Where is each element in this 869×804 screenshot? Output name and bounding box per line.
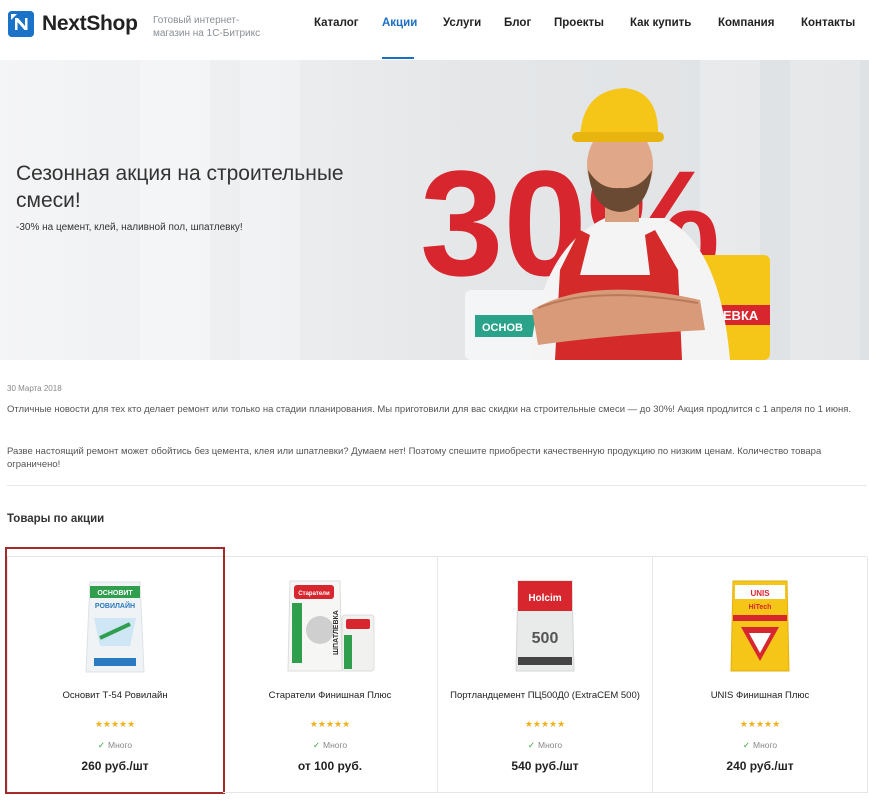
stock-label: Много: [537, 740, 563, 750]
nav-active-indicator: [382, 57, 414, 59]
product-image-brand: Старатели: [298, 591, 330, 597]
product-image-label: ШПАТЛЕВКА: [333, 610, 340, 655]
banner-subtitle: -30% на цемент, клей, наливной пол, шпат…: [16, 222, 243, 233]
product-image-label: РОВИЛАЙН: [95, 601, 135, 610]
nav-item-catalog[interactable]: Каталог: [314, 17, 359, 29]
article-paragraph: Отличные новости для тех кто делает ремо…: [7, 404, 852, 415]
product-grid: ОСНОВИТ РОВИЛАЙН Основит Т-54 Ровилайн ★…: [5, 547, 868, 794]
stock-label: Много: [752, 740, 778, 750]
rating-stars: ★★★★★: [739, 719, 781, 729]
banner-worker-illustration: 30% ШПАТЛЕВКА ОСНОВ: [420, 88, 770, 360]
stock-label: Много: [322, 740, 348, 750]
product-name[interactable]: Портландцемент ПЦ500Д0 (ExtraCEM 500): [448, 690, 642, 702]
product-image[interactable]: Старатели ШПАТЛЕВКА: [280, 575, 380, 675]
product-image-label: 500: [532, 630, 559, 647]
product-price: 240 руб./шт: [726, 759, 794, 773]
product-image-brand: Holcim: [528, 593, 561, 604]
article-paragraph: Разве настоящий ремонт может обойтись бе…: [7, 446, 822, 470]
stock-status: ✓ Много: [6, 740, 224, 751]
stock-status: ✓ Много: [438, 740, 652, 751]
product-image[interactable]: ОСНОВИТ РОВИЛАЙН: [80, 576, 150, 676]
divider: [7, 485, 867, 486]
product-name[interactable]: Основит Т-54 Ровилайн: [16, 690, 214, 702]
nav-item-services[interactable]: Услуги: [443, 17, 481, 29]
nav-item-projects[interactable]: Проекты: [554, 17, 604, 29]
stock-status: ✓ Много: [653, 740, 867, 751]
product-image-brand: UNIS: [750, 589, 770, 598]
rating-stars: ★★★★★: [524, 719, 566, 729]
nav-item-blog[interactable]: Блог: [504, 17, 531, 29]
rating-stars: ★★★★★: [309, 719, 351, 729]
check-icon: ✓: [97, 740, 105, 750]
product-name[interactable]: Старатели Финишная Плюс: [233, 690, 427, 702]
logo[interactable]: NextShop: [8, 11, 138, 37]
stock-status: ✓ Много: [223, 740, 437, 751]
logo-text: NextShop: [42, 12, 138, 35]
logo-icon: [8, 11, 34, 37]
product-card[interactable]: UNIS HiTech UNIS Финишная Плюс ★★★★★ ✓ Мн…: [653, 557, 868, 793]
product-price: от 100 руб.: [297, 759, 363, 773]
promo-banner[interactable]: Сезонная акция на строительные смеси! -3…: [0, 60, 869, 360]
banner-bag-label-left: ОСНОВ: [482, 322, 523, 334]
section-title: Товары по акции: [7, 513, 105, 525]
tagline: Готовый интернет-магазин на 1С-Битрикс: [153, 15, 261, 39]
stock-label: Много: [107, 740, 133, 750]
nav-item-promotions[interactable]: Акции: [382, 17, 417, 29]
article-date: 30 Марта 2018: [7, 384, 62, 393]
check-icon: ✓: [527, 740, 535, 750]
product-image[interactable]: Holcim 500: [510, 575, 580, 675]
check-icon: ✓: [742, 740, 750, 750]
product-image-brand: ОСНОВИТ: [97, 590, 133, 597]
product-card[interactable]: Holcim 500 Портландцемент ПЦ500Д0 (Extra…: [438, 557, 653, 793]
nav-item-contacts[interactable]: Контакты: [801, 17, 855, 29]
rating-stars: ★★★★★: [94, 719, 136, 729]
nav-item-how-to-buy[interactable]: Как купить: [630, 17, 691, 29]
check-icon: ✓: [312, 740, 320, 750]
product-card[interactable]: ОСНОВИТ РОВИЛАЙН Основит Т-54 Ровилайн ★…: [5, 547, 225, 794]
product-image[interactable]: UNIS HiTech: [725, 575, 795, 675]
nav-item-company[interactable]: Компания: [718, 17, 774, 29]
product-card[interactable]: Старатели ШПАТЛЕВКА Старатели Финишная П…: [223, 557, 438, 793]
product-image-label: HiTech: [749, 604, 772, 611]
product-price: 260 руб./шт: [81, 759, 149, 773]
banner-title: Сезонная акция на строительные смеси!: [16, 162, 344, 212]
product-name[interactable]: UNIS Финишная Плюс: [663, 690, 857, 702]
product-price: 540 руб./шт: [511, 759, 579, 773]
site-header: NextShop Готовый интернет-магазин на 1С-…: [0, 0, 869, 60]
